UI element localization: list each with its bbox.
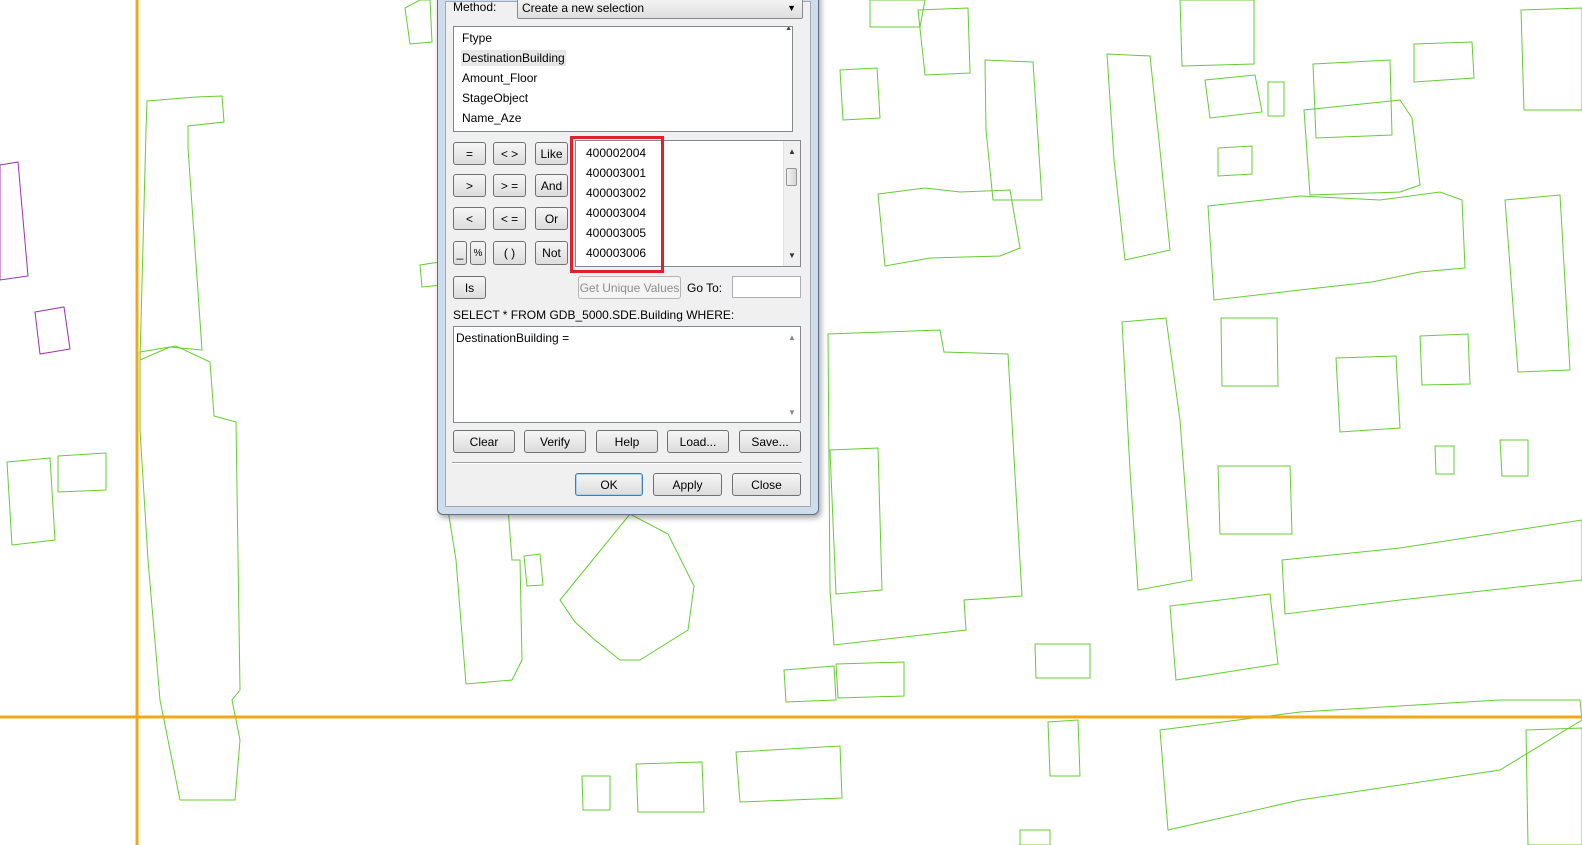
operator-or-button[interactable]: Or: [535, 207, 568, 230]
method-label: Method:: [453, 0, 497, 14]
sql-prefix-text: SELECT * FROM GDB_5000.SDE.Building WHER…: [453, 308, 735, 322]
apply-button[interactable]: Apply: [653, 473, 722, 496]
expression-scrollbar[interactable]: ▲ ▼: [784, 327, 800, 422]
load-button[interactable]: Load...: [667, 430, 729, 453]
sql-expression-text[interactable]: DestinationBuilding =: [456, 331, 569, 345]
operator-greater-button[interactable]: >: [453, 174, 486, 197]
fields-list[interactable]: Ftype DestinationBuilding Amount_Floor S…: [453, 26, 793, 132]
ok-button[interactable]: OK: [575, 473, 643, 496]
save-button[interactable]: Save...: [739, 430, 801, 453]
get-unique-values-button[interactable]: Get Unique Values: [578, 276, 681, 299]
field-item[interactable]: Amount_Floor: [461, 70, 538, 86]
operator-less-button[interactable]: <: [453, 207, 486, 230]
scroll-up-icon[interactable]: ▲: [784, 332, 800, 344]
scrollbar-thumb[interactable]: [786, 168, 797, 186]
operator-parens-button[interactable]: ( ): [493, 241, 526, 265]
method-dropdown-value: Create a new selection: [522, 1, 645, 15]
scroll-up-icon[interactable]: ▲: [785, 27, 792, 32]
operator-equals-button[interactable]: =: [453, 142, 486, 165]
scroll-up-icon[interactable]: ▲: [784, 146, 800, 158]
operator-less-equal-button[interactable]: < =: [493, 207, 526, 230]
operator-greater-equal-button[interactable]: > =: [493, 174, 526, 197]
red-highlight-box: [570, 136, 664, 273]
clear-button[interactable]: Clear: [453, 430, 515, 453]
sql-expression-box[interactable]: DestinationBuilding = ▲ ▼: [453, 326, 801, 423]
operator-not-equal-button[interactable]: < >: [493, 142, 526, 165]
field-item[interactable]: Name_Aze: [461, 110, 522, 126]
field-item-selected[interactable]: DestinationBuilding: [461, 50, 566, 66]
goto-label: Go To:: [687, 281, 723, 295]
field-item[interactable]: Ftype: [461, 30, 493, 46]
operator-and-button[interactable]: And: [535, 174, 568, 197]
help-button[interactable]: Help: [596, 430, 658, 453]
operator-like-button[interactable]: Like: [535, 142, 568, 165]
footer-divider: [452, 462, 802, 464]
operator-is-button[interactable]: Is: [453, 276, 486, 299]
goto-input[interactable]: [732, 276, 801, 298]
scroll-down-icon[interactable]: ▼: [784, 250, 800, 262]
operator-percent-button[interactable]: %: [470, 241, 486, 265]
operator-underscore-button[interactable]: _: [453, 241, 467, 265]
field-item[interactable]: StageObject: [461, 90, 529, 106]
values-scrollbar[interactable]: ▲ ▼: [783, 141, 800, 266]
operator-not-button[interactable]: Not: [535, 241, 568, 265]
method-dropdown[interactable]: Create a new selection ▼: [517, 0, 803, 19]
verify-button[interactable]: Verify: [524, 430, 586, 453]
scroll-down-icon[interactable]: ▼: [784, 407, 800, 419]
other-features: [0, 161, 71, 355]
close-button[interactable]: Close: [732, 473, 801, 496]
chevron-down-icon: ▼: [787, 3, 796, 13]
